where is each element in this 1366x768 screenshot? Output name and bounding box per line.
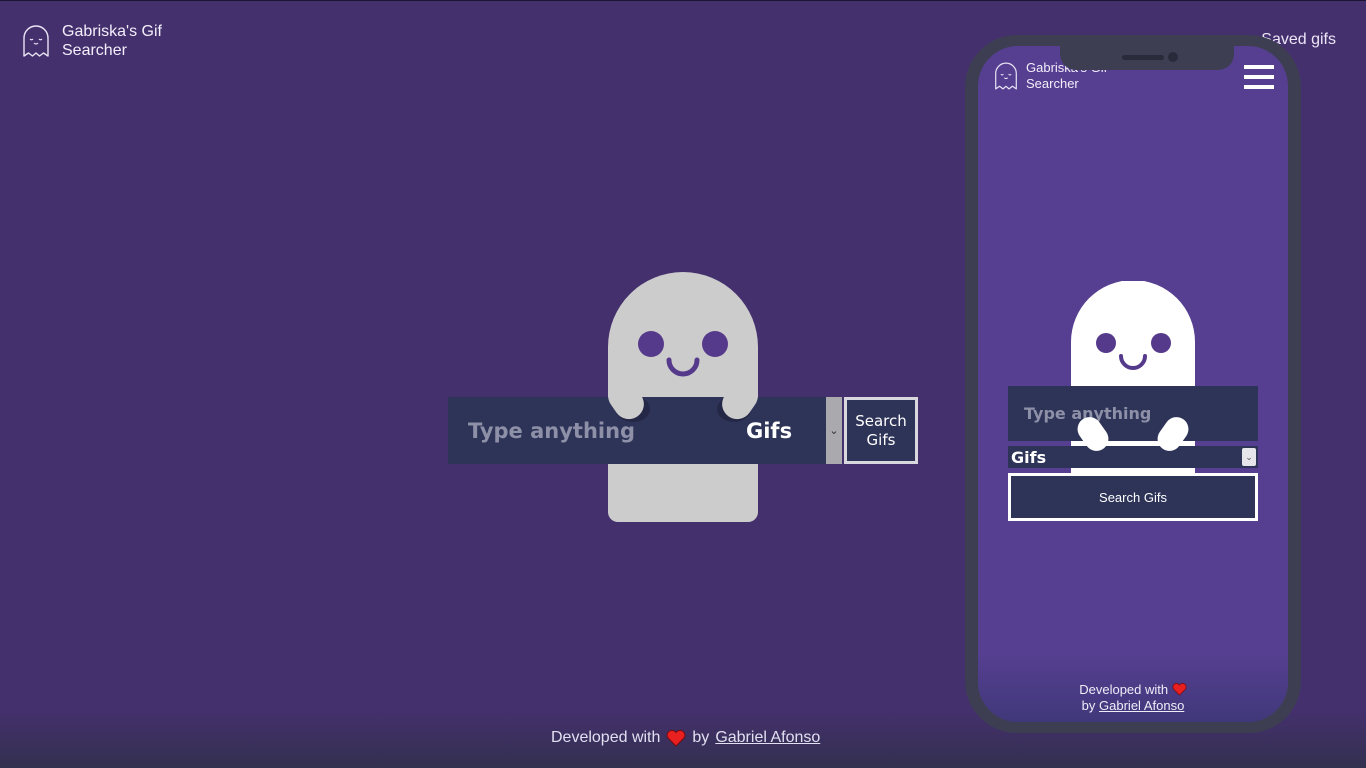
mobile-footer-by: by [1081, 698, 1096, 713]
hamburger-icon[interactable] [1244, 65, 1274, 89]
mobile-gif-type-selected: Gifs [1011, 447, 1047, 467]
footer-credit: Developed with by Gabriel Afonso [551, 729, 820, 747]
mobile-author-link[interactable]: Gabriel Afonso [1099, 698, 1184, 713]
hamburger-bar [1244, 75, 1274, 79]
mobile-search-stage: Gifs ⌄ Search Gifs [1008, 281, 1258, 581]
hamburger-bar [1244, 65, 1274, 69]
footer-developed-with: Developed with [551, 729, 661, 746]
ghost-icon [23, 25, 49, 57]
author-link[interactable]: Gabriel Afonso [715, 729, 820, 747]
mobile-footer-developed-with: Developed with [1079, 682, 1169, 697]
hamburger-bar [1244, 85, 1274, 89]
mobile-search-input[interactable] [1008, 386, 1258, 441]
ghost-icon [995, 62, 1017, 90]
search-input[interactable] [448, 397, 748, 464]
phone-camera [1168, 52, 1178, 62]
phone-speaker [1122, 55, 1164, 60]
footer-by: by [692, 729, 710, 746]
brand-logo-link[interactable]: Gabriska's Gif Searcher [22, 22, 172, 60]
gif-type-selected: Gifs [746, 418, 793, 443]
search-gifs-button[interactable]: Search Gifs [844, 397, 918, 464]
mobile-preview-frame: Gabriska's Gif Searcher Gifs ⌄ Se [965, 35, 1301, 733]
window-top-border [0, 0, 1366, 1]
phone-notch [1060, 46, 1234, 70]
heart-icon [667, 729, 686, 747]
gif-type-select[interactable]: Gifs ⌄ [734, 397, 842, 464]
mobile-footer-line-2: by Gabriel Afonso [978, 698, 1288, 714]
mobile-footer-line-1: Developed with [978, 682, 1288, 698]
chevron-down-icon: ⌄ [1242, 448, 1256, 466]
search-stage: Gifs ⌄ Search Gifs [448, 272, 918, 522]
app-title: Gabriska's Gif Searcher [62, 23, 162, 59]
chevron-down-icon: ⌄ [826, 397, 842, 464]
mobile-search-gifs-button[interactable]: Search Gifs [1008, 473, 1258, 521]
mobile-gif-type-select[interactable]: Gifs ⌄ [1008, 446, 1258, 468]
mobile-preview-screen: Gabriska's Gif Searcher Gifs ⌄ Se [978, 46, 1288, 722]
heart-icon [1172, 683, 1187, 696]
mobile-footer-credit: Developed with by Gabriel Afonso [978, 682, 1288, 714]
